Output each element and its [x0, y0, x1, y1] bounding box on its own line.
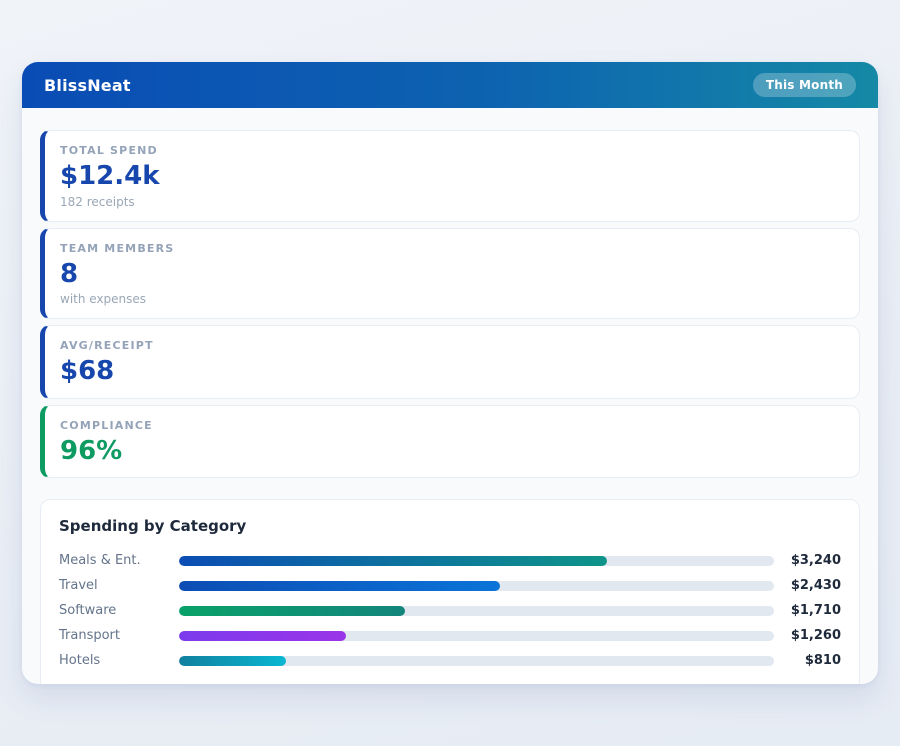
app-window: BlissNeat This Month TOTAL SPEND $12.4k …: [22, 62, 878, 684]
category-label: Software: [59, 603, 179, 618]
chart-row-hotels: Hotels $810: [59, 648, 841, 673]
app-title: BlissNeat: [44, 76, 131, 95]
stat-card-compliance: COMPLIANCE 96%: [40, 405, 860, 479]
spending-by-category-card: Spending by Category Meals & Ent. $3,240…: [40, 499, 860, 684]
stat-label: TEAM MEMBERS: [60, 242, 841, 255]
stat-value: $12.4k: [60, 162, 841, 191]
stat-value: 8: [60, 260, 841, 289]
bar-track: [179, 656, 774, 666]
bar-track: [179, 631, 774, 641]
category-value: $2,430: [783, 578, 841, 593]
period-badge[interactable]: This Month: [753, 73, 856, 97]
bar-fill: [179, 581, 500, 591]
chart-row-meals: Meals & Ent. $3,240: [59, 548, 841, 573]
chart-row-travel: Travel $2,430: [59, 573, 841, 598]
category-value: $1,710: [783, 603, 841, 618]
category-value: $810: [783, 653, 841, 668]
bar-track: [179, 556, 774, 566]
bar-track: [179, 581, 774, 591]
bar-fill: [179, 656, 286, 666]
stat-value: 96%: [60, 437, 841, 466]
category-label: Transport: [59, 628, 179, 643]
bar-fill: [179, 556, 607, 566]
category-label: Travel: [59, 578, 179, 593]
bar-fill: [179, 631, 346, 641]
chart-title: Spending by Category: [59, 517, 841, 535]
dashboard-content: TOTAL SPEND $12.4k 182 receipts TEAM MEM…: [22, 108, 878, 684]
stat-subtext: with expenses: [60, 292, 841, 306]
stat-value: $68: [60, 357, 841, 386]
category-value: $3,240: [783, 553, 841, 568]
chart-row-software: Software $1,710: [59, 598, 841, 623]
stat-card-avg-receipt: AVG/RECEIPT $68: [40, 325, 860, 399]
bar-track: [179, 606, 774, 616]
app-header: BlissNeat This Month: [22, 62, 878, 108]
chart-row-transport: Transport $1,260: [59, 623, 841, 648]
category-label: Meals & Ent.: [59, 553, 179, 568]
category-value: $1,260: [783, 628, 841, 643]
stat-card-total-spend: TOTAL SPEND $12.4k 182 receipts: [40, 130, 860, 222]
stat-label: COMPLIANCE: [60, 419, 841, 432]
category-label: Hotels: [59, 653, 179, 668]
stat-subtext: 182 receipts: [60, 195, 841, 209]
stat-label: TOTAL SPEND: [60, 144, 841, 157]
bar-fill: [179, 606, 405, 616]
stat-card-team-members: TEAM MEMBERS 8 with expenses: [40, 228, 860, 320]
stat-label: AVG/RECEIPT: [60, 339, 841, 352]
